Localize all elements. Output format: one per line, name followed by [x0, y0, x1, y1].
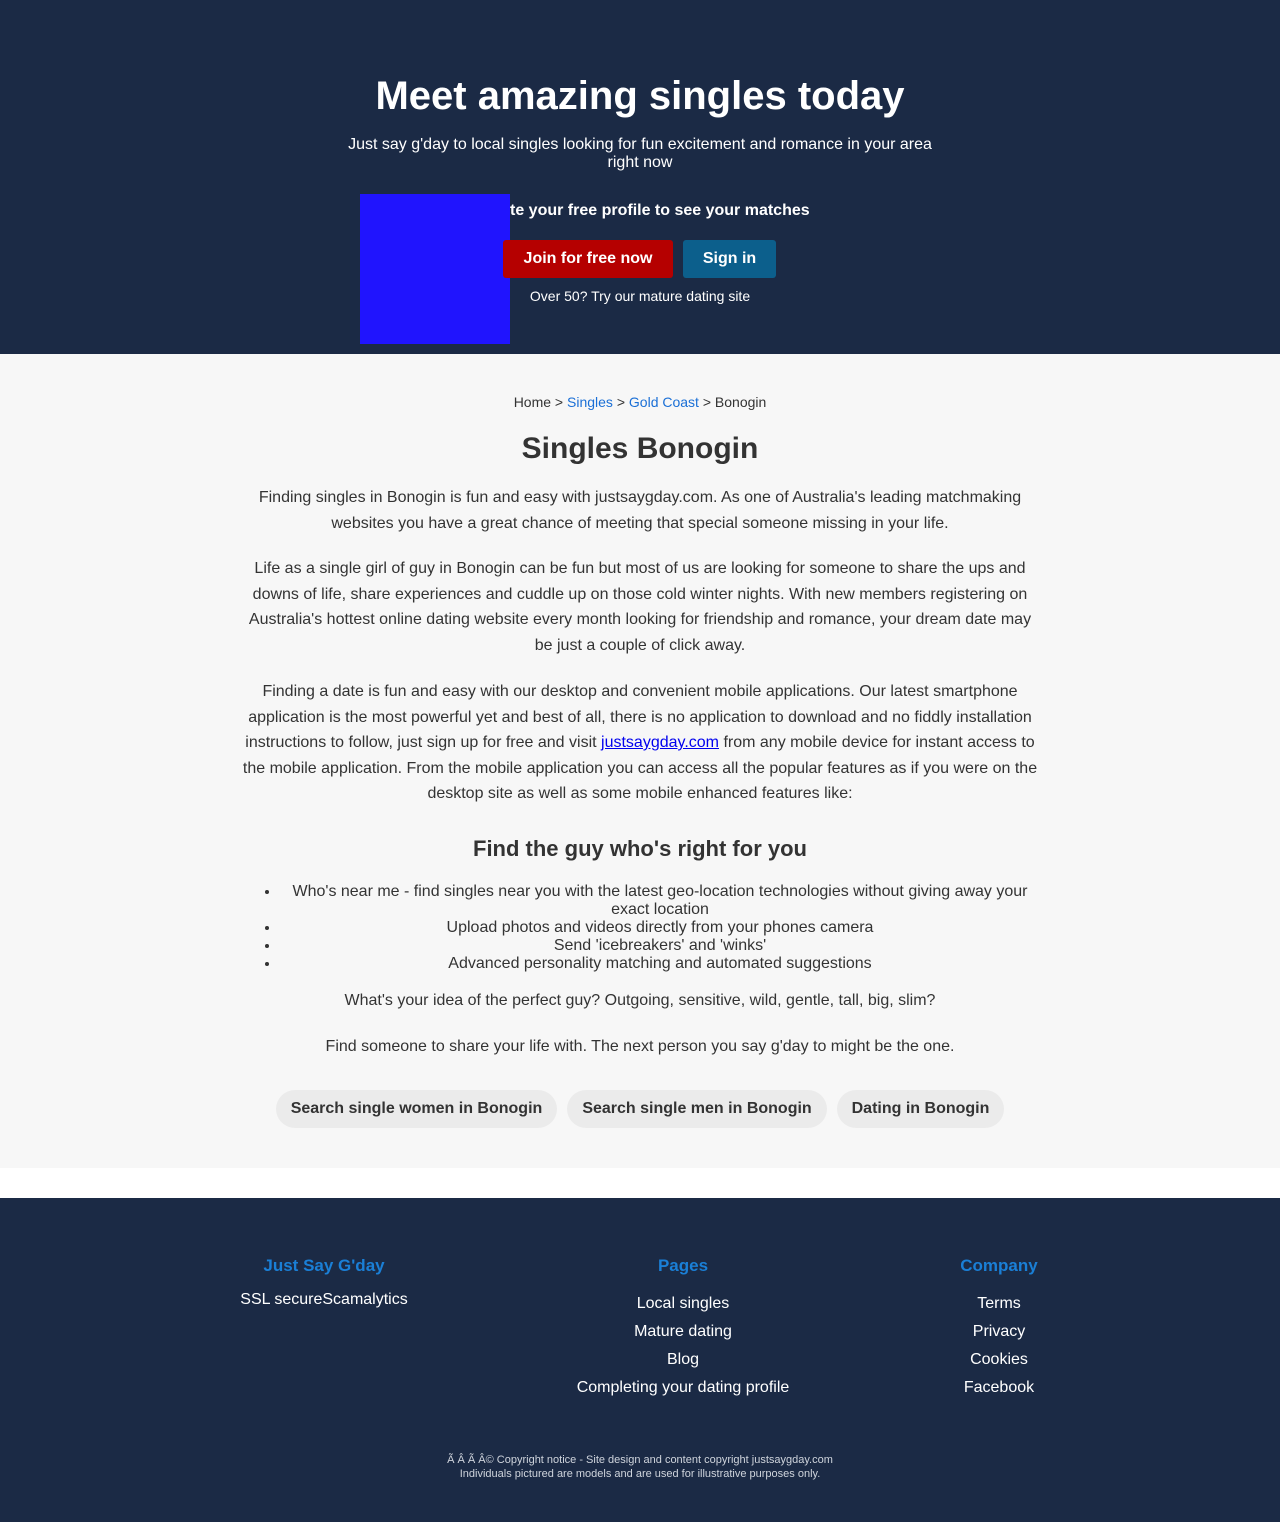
features-heading: Find the guy who's right for you: [473, 836, 807, 861]
perfect-guy-question: What's your idea of the perfect guy? Out…: [344, 992, 936, 1009]
breadcrumb-separator: >: [612, 394, 629, 410]
hero-title: Meet amazing singles today: [375, 74, 905, 118]
feature-item: Upload photos and videos directly from y…: [280, 919, 1040, 937]
search-women-button[interactable]: Search single women in Bonogin: [276, 1090, 557, 1128]
footer-link-privacy[interactable]: Privacy: [899, 1318, 1099, 1346]
footer-link-dating-profile[interactable]: Completing your dating profile: [553, 1374, 813, 1402]
footer-link-local-singles[interactable]: Local singles: [553, 1290, 813, 1318]
intro-paragraph: Finding singles in Bonogin is fun and ea…: [258, 489, 1022, 532]
share-life-text: Find someone to share your life with. Th…: [325, 1038, 955, 1055]
hero-cta-text: te your free profile to see your matches: [510, 202, 810, 219]
footer-column-pages: Pages Local singles Mature dating Blog C…: [553, 1256, 813, 1402]
breadcrumb-home: Home: [513, 394, 552, 410]
join-button[interactable]: Join for free now: [503, 240, 673, 278]
footer-brand-heading: Just Say G'day: [263, 1256, 385, 1275]
site-link[interactable]: justsaygday.com: [601, 734, 719, 751]
mobile-app-paragraph: Finding a date is fun and easy with our …: [240, 679, 1040, 807]
footer-link-terms[interactable]: Terms: [899, 1290, 1099, 1318]
features-list: Who's near me - find singles near you wi…: [240, 883, 1040, 973]
lifestyle-paragraph: Life as a single girl of guy in Bonogin …: [248, 560, 1032, 654]
footer-link-cookies[interactable]: Cookies: [899, 1346, 1099, 1374]
hero-subtitle: Just say g'day to local singles looking …: [348, 136, 932, 171]
breadcrumb-singles-link[interactable]: Singles: [567, 394, 613, 410]
site-footer: Just Say G'day SSL secureScamalytics Pag…: [0, 1198, 1280, 1522]
dating-button[interactable]: Dating in Bonogin: [837, 1090, 1004, 1128]
hero-image-placeholder: [360, 194, 510, 344]
footer-security-badges: SSL secureScamalytics: [240, 1291, 408, 1308]
footer-pages-heading: Pages: [657, 1256, 709, 1275]
copyright-line: Ã Â Ã Â© Copyright notice - Site design …: [447, 1454, 833, 1466]
feature-item: Send 'icebreakers' and 'winks': [280, 937, 1040, 955]
breadcrumb: Home > Singles > Gold Coast > Bonogin: [0, 394, 1280, 410]
disclaimer-line: Individuals pictured are models and are …: [459, 1468, 821, 1480]
mature-dating-link[interactable]: Over 50? Try our mature dating site: [490, 288, 790, 304]
footer-link-mature-dating[interactable]: Mature dating: [553, 1318, 813, 1346]
breadcrumb-region-link[interactable]: Gold Coast: [629, 394, 699, 410]
breadcrumb-current: Bonogin: [714, 394, 767, 410]
breadcrumb-separator: >: [551, 394, 568, 410]
copyright-notice: Ã Â Ã Â© Copyright notice - Site design …: [0, 1453, 1280, 1481]
breadcrumb-separator: >: [698, 394, 715, 410]
footer-company-heading: Company: [960, 1256, 1038, 1275]
footer-column-brand: Just Say G'day SSL secureScamalytics: [224, 1256, 424, 1310]
feature-item: Who's near me - find singles near you wi…: [280, 883, 1040, 919]
feature-item: Advanced personality matching and automa…: [280, 955, 1040, 973]
search-men-button[interactable]: Search single men in Bonogin: [567, 1090, 827, 1128]
footer-link-facebook[interactable]: Facebook: [899, 1374, 1099, 1402]
sign-in-button[interactable]: Sign in: [683, 240, 776, 278]
page-title: Singles Bonogin: [521, 432, 759, 465]
footer-column-company: Company Terms Privacy Cookies Facebook: [899, 1256, 1099, 1402]
footer-link-blog[interactable]: Blog: [553, 1346, 813, 1374]
hero-section: Meet amazing singles today Just say g'da…: [0, 0, 1280, 354]
main-content: Home > Singles > Gold Coast > Bonogin Si…: [0, 354, 1280, 1168]
